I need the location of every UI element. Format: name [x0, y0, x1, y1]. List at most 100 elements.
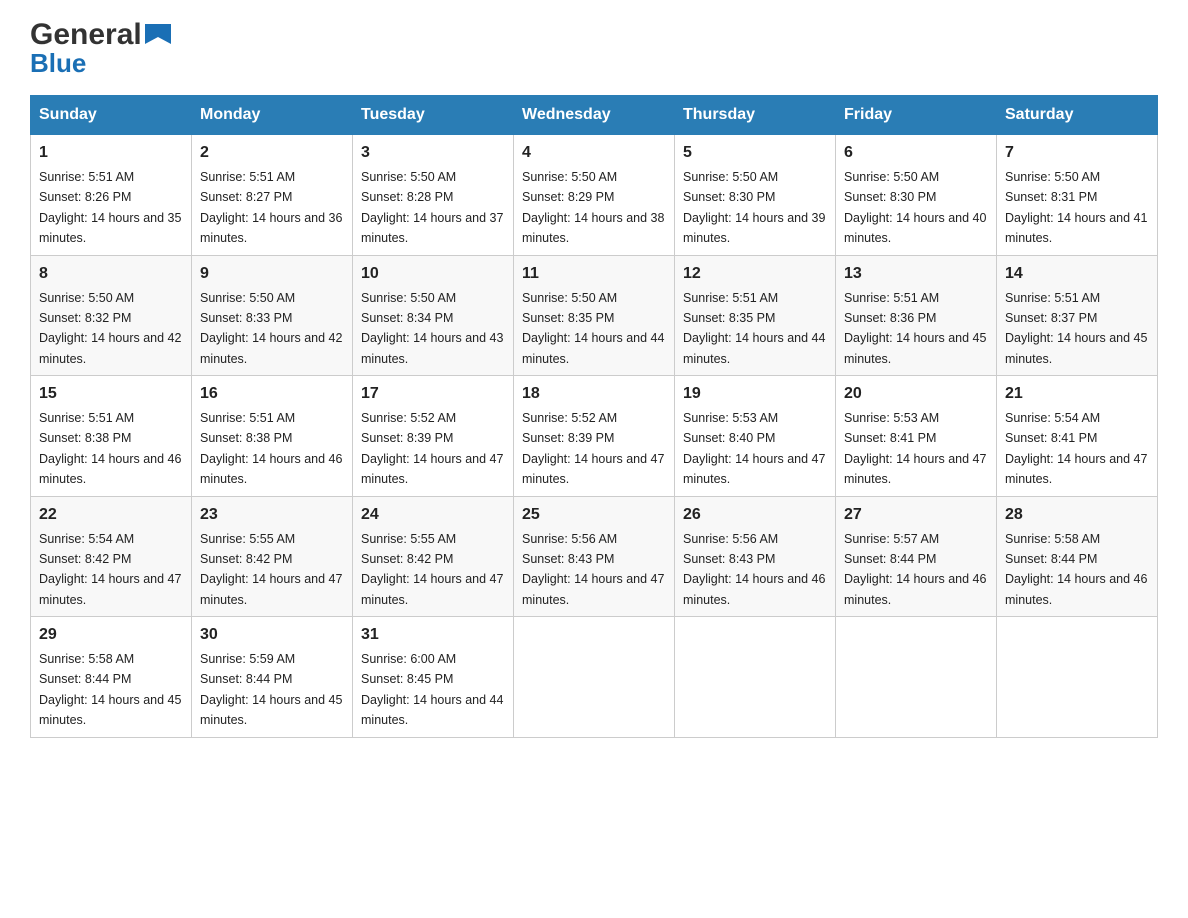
day-info: Sunrise: 5:51 AMSunset: 8:36 PMDaylight:… [844, 291, 986, 366]
day-number: 24 [361, 503, 505, 527]
day-info: Sunrise: 5:50 AMSunset: 8:29 PMDaylight:… [522, 170, 664, 245]
calendar-cell: 20 Sunrise: 5:53 AMSunset: 8:41 PMDaylig… [836, 376, 997, 497]
calendar-cell: 19 Sunrise: 5:53 AMSunset: 8:40 PMDaylig… [675, 376, 836, 497]
column-header-tuesday: Tuesday [353, 96, 514, 135]
day-info: Sunrise: 5:51 AMSunset: 8:26 PMDaylight:… [39, 170, 181, 245]
day-info: Sunrise: 5:51 AMSunset: 8:37 PMDaylight:… [1005, 291, 1147, 366]
calendar-cell: 29 Sunrise: 5:58 AMSunset: 8:44 PMDaylig… [31, 617, 192, 738]
column-header-sunday: Sunday [31, 96, 192, 135]
calendar-cell: 18 Sunrise: 5:52 AMSunset: 8:39 PMDaylig… [514, 376, 675, 497]
calendar-cell: 4 Sunrise: 5:50 AMSunset: 8:29 PMDayligh… [514, 135, 675, 256]
column-header-friday: Friday [836, 96, 997, 135]
day-number: 22 [39, 503, 183, 527]
day-info: Sunrise: 5:58 AMSunset: 8:44 PMDaylight:… [39, 652, 181, 727]
calendar-cell: 17 Sunrise: 5:52 AMSunset: 8:39 PMDaylig… [353, 376, 514, 497]
day-info: Sunrise: 5:52 AMSunset: 8:39 PMDaylight:… [361, 411, 503, 486]
calendar-cell: 1 Sunrise: 5:51 AMSunset: 8:26 PMDayligh… [31, 135, 192, 256]
day-number: 6 [844, 141, 988, 165]
column-header-saturday: Saturday [997, 96, 1158, 135]
calendar-week-row: 29 Sunrise: 5:58 AMSunset: 8:44 PMDaylig… [31, 617, 1158, 738]
day-number: 25 [522, 503, 666, 527]
calendar-cell: 13 Sunrise: 5:51 AMSunset: 8:36 PMDaylig… [836, 255, 997, 376]
calendar-week-row: 8 Sunrise: 5:50 AMSunset: 8:32 PMDayligh… [31, 255, 1158, 376]
day-number: 18 [522, 382, 666, 406]
day-number: 9 [200, 262, 344, 286]
calendar-cell: 30 Sunrise: 5:59 AMSunset: 8:44 PMDaylig… [192, 617, 353, 738]
calendar-cell: 11 Sunrise: 5:50 AMSunset: 8:35 PMDaylig… [514, 255, 675, 376]
calendar-cell: 23 Sunrise: 5:55 AMSunset: 8:42 PMDaylig… [192, 496, 353, 617]
calendar-cell: 10 Sunrise: 5:50 AMSunset: 8:34 PMDaylig… [353, 255, 514, 376]
calendar-cell: 25 Sunrise: 5:56 AMSunset: 8:43 PMDaylig… [514, 496, 675, 617]
day-info: Sunrise: 5:53 AMSunset: 8:41 PMDaylight:… [844, 411, 986, 486]
day-info: Sunrise: 5:55 AMSunset: 8:42 PMDaylight:… [200, 532, 342, 607]
day-number: 14 [1005, 262, 1149, 286]
calendar-cell [675, 617, 836, 738]
calendar-table: SundayMondayTuesdayWednesdayThursdayFrid… [30, 95, 1158, 738]
day-info: Sunrise: 5:54 AMSunset: 8:41 PMDaylight:… [1005, 411, 1147, 486]
day-info: Sunrise: 5:56 AMSunset: 8:43 PMDaylight:… [522, 532, 664, 607]
day-number: 13 [844, 262, 988, 286]
day-info: Sunrise: 5:52 AMSunset: 8:39 PMDaylight:… [522, 411, 664, 486]
column-header-wednesday: Wednesday [514, 96, 675, 135]
day-number: 31 [361, 623, 505, 647]
calendar-cell [836, 617, 997, 738]
day-info: Sunrise: 5:50 AMSunset: 8:32 PMDaylight:… [39, 291, 181, 366]
page-header: General Blue [30, 20, 1158, 79]
calendar-cell: 31 Sunrise: 6:00 AMSunset: 8:45 PMDaylig… [353, 617, 514, 738]
day-info: Sunrise: 5:55 AMSunset: 8:42 PMDaylight:… [361, 532, 503, 607]
calendar-cell: 21 Sunrise: 5:54 AMSunset: 8:41 PMDaylig… [997, 376, 1158, 497]
calendar-cell: 15 Sunrise: 5:51 AMSunset: 8:38 PMDaylig… [31, 376, 192, 497]
calendar-cell: 24 Sunrise: 5:55 AMSunset: 8:42 PMDaylig… [353, 496, 514, 617]
day-info: Sunrise: 5:50 AMSunset: 8:30 PMDaylight:… [844, 170, 986, 245]
calendar-cell: 12 Sunrise: 5:51 AMSunset: 8:35 PMDaylig… [675, 255, 836, 376]
logo-flag-icon [145, 20, 171, 50]
day-info: Sunrise: 5:54 AMSunset: 8:42 PMDaylight:… [39, 532, 181, 607]
day-info: Sunrise: 5:51 AMSunset: 8:35 PMDaylight:… [683, 291, 825, 366]
calendar-week-row: 1 Sunrise: 5:51 AMSunset: 8:26 PMDayligh… [31, 135, 1158, 256]
logo-blue-line: Blue [30, 48, 86, 79]
calendar-cell: 8 Sunrise: 5:50 AMSunset: 8:32 PMDayligh… [31, 255, 192, 376]
day-number: 2 [200, 141, 344, 165]
day-info: Sunrise: 5:51 AMSunset: 8:38 PMDaylight:… [200, 411, 342, 486]
calendar-cell: 6 Sunrise: 5:50 AMSunset: 8:30 PMDayligh… [836, 135, 997, 256]
day-info: Sunrise: 5:50 AMSunset: 8:31 PMDaylight:… [1005, 170, 1147, 245]
calendar-cell: 27 Sunrise: 5:57 AMSunset: 8:44 PMDaylig… [836, 496, 997, 617]
day-info: Sunrise: 5:51 AMSunset: 8:38 PMDaylight:… [39, 411, 181, 486]
day-number: 28 [1005, 503, 1149, 527]
day-info: Sunrise: 5:50 AMSunset: 8:33 PMDaylight:… [200, 291, 342, 366]
calendar-cell: 2 Sunrise: 5:51 AMSunset: 8:27 PMDayligh… [192, 135, 353, 256]
day-info: Sunrise: 5:51 AMSunset: 8:27 PMDaylight:… [200, 170, 342, 245]
day-info: Sunrise: 5:57 AMSunset: 8:44 PMDaylight:… [844, 532, 986, 607]
day-number: 1 [39, 141, 183, 165]
day-info: Sunrise: 5:50 AMSunset: 8:30 PMDaylight:… [683, 170, 825, 245]
day-info: Sunrise: 5:58 AMSunset: 8:44 PMDaylight:… [1005, 532, 1147, 607]
day-number: 16 [200, 382, 344, 406]
day-number: 26 [683, 503, 827, 527]
calendar-week-row: 22 Sunrise: 5:54 AMSunset: 8:42 PMDaylig… [31, 496, 1158, 617]
calendar-cell: 5 Sunrise: 5:50 AMSunset: 8:30 PMDayligh… [675, 135, 836, 256]
day-number: 21 [1005, 382, 1149, 406]
column-header-monday: Monday [192, 96, 353, 135]
calendar-cell: 3 Sunrise: 5:50 AMSunset: 8:28 PMDayligh… [353, 135, 514, 256]
day-number: 12 [683, 262, 827, 286]
day-info: Sunrise: 5:50 AMSunset: 8:34 PMDaylight:… [361, 291, 503, 366]
logo: General Blue [30, 20, 171, 79]
day-number: 30 [200, 623, 344, 647]
day-number: 10 [361, 262, 505, 286]
column-header-thursday: Thursday [675, 96, 836, 135]
calendar-cell: 9 Sunrise: 5:50 AMSunset: 8:33 PMDayligh… [192, 255, 353, 376]
day-info: Sunrise: 5:50 AMSunset: 8:28 PMDaylight:… [361, 170, 503, 245]
day-number: 27 [844, 503, 988, 527]
day-number: 15 [39, 382, 183, 406]
logo-general-text: General [30, 20, 142, 50]
calendar-cell: 16 Sunrise: 5:51 AMSunset: 8:38 PMDaylig… [192, 376, 353, 497]
calendar-cell [997, 617, 1158, 738]
day-number: 29 [39, 623, 183, 647]
day-info: Sunrise: 5:56 AMSunset: 8:43 PMDaylight:… [683, 532, 825, 607]
day-info: Sunrise: 5:50 AMSunset: 8:35 PMDaylight:… [522, 291, 664, 366]
day-info: Sunrise: 6:00 AMSunset: 8:45 PMDaylight:… [361, 652, 503, 727]
calendar-cell: 7 Sunrise: 5:50 AMSunset: 8:31 PMDayligh… [997, 135, 1158, 256]
calendar-cell: 28 Sunrise: 5:58 AMSunset: 8:44 PMDaylig… [997, 496, 1158, 617]
day-number: 5 [683, 141, 827, 165]
day-number: 17 [361, 382, 505, 406]
